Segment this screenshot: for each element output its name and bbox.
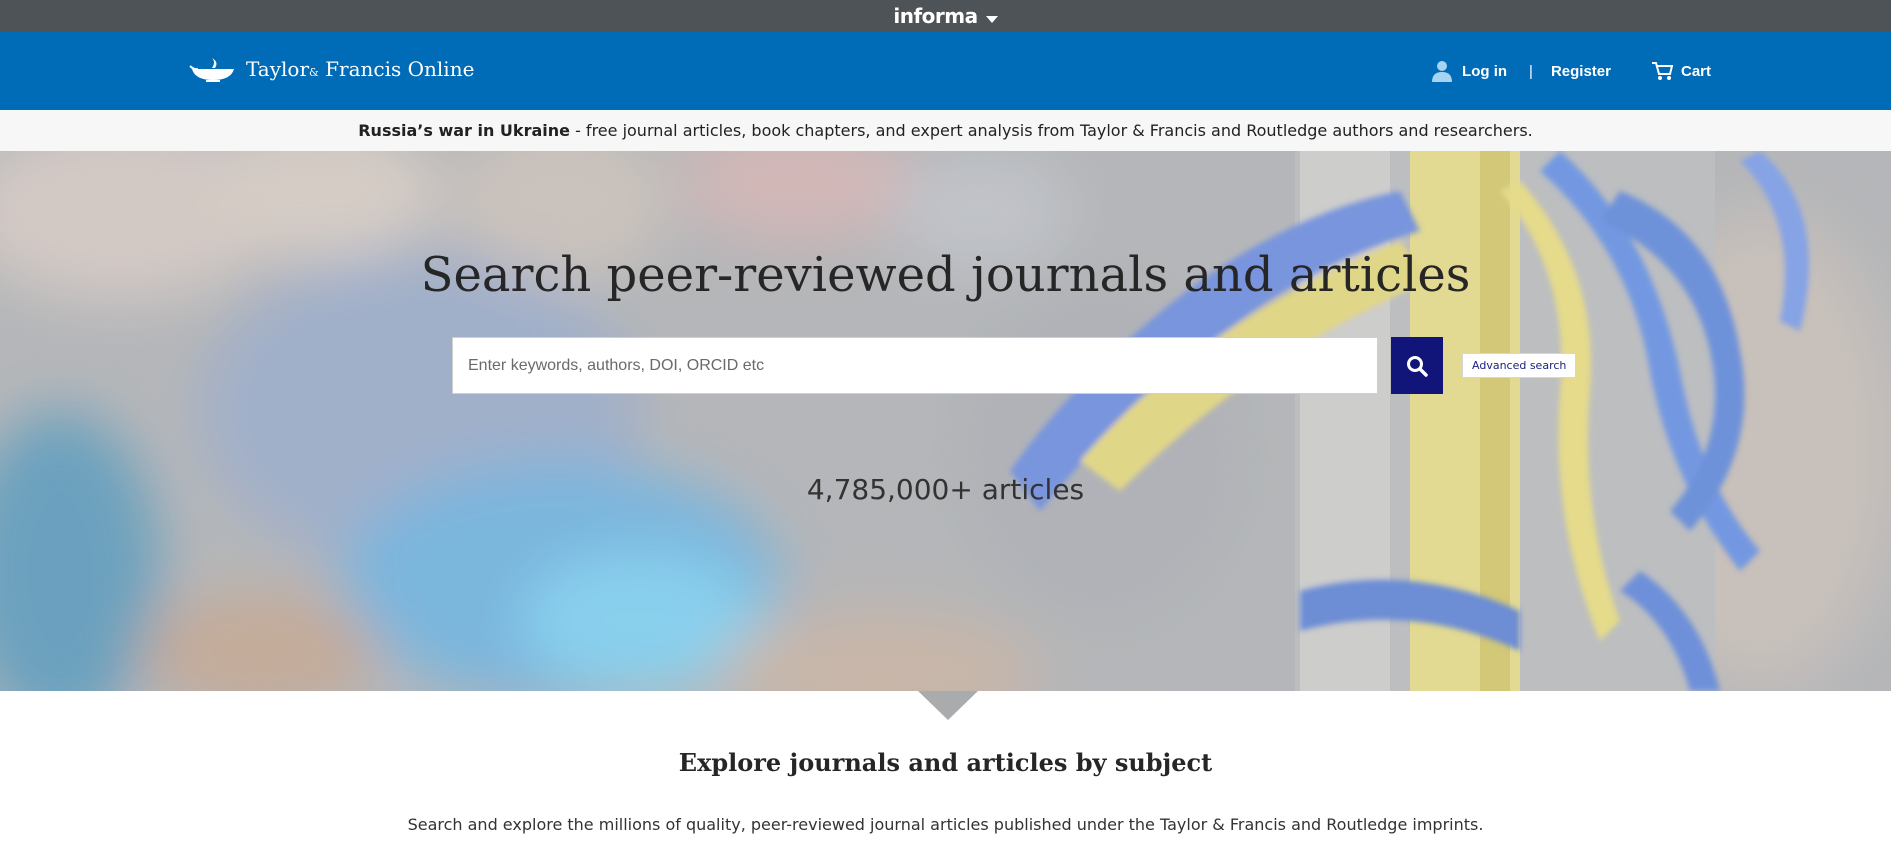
hero-title: Search peer-reviewed journals and articl… (420, 247, 1471, 303)
section-pointer (918, 691, 978, 720)
logo-text[interactable]: Taylor& Francis Online (246, 57, 474, 81)
informa-bar[interactable]: informa (0, 0, 1891, 32)
site-logo[interactable]: Taylor& Francis Online (188, 54, 474, 84)
search-button[interactable] (1391, 337, 1443, 394)
hero-section: Search peer-reviewed journals and articl… (0, 151, 1891, 691)
caret-down-icon[interactable] (985, 15, 998, 23)
cart-icon[interactable] (1651, 61, 1673, 81)
search-icon (1407, 355, 1428, 377)
notice-link[interactable]: Russia’s war in Ukraine (358, 121, 570, 140)
logo-rest: Francis Online (325, 57, 475, 81)
site-header: Taylor& Francis Online Log in | Register… (0, 32, 1891, 110)
hero-background-image (0, 151, 1891, 691)
explore-heading: Explore journals and articles by subject (678, 748, 1213, 777)
logo-brand: Taylor (246, 57, 310, 81)
user-icon[interactable] (1432, 60, 1453, 82)
article-count: 4,785,000+ articles (806, 473, 1085, 506)
explore-description: Search and explore the millions of quali… (407, 815, 1484, 834)
advanced-search-link[interactable]: Advanced search (1462, 353, 1577, 378)
cart-link[interactable]: Cart (1681, 63, 1711, 80)
ukraine-notice-banner[interactable]: Russia’s war in Ukraine - free journal a… (0, 110, 1891, 151)
logo-amp: & (309, 66, 319, 79)
notice-text: - free journal articles, book chapters, … (569, 121, 1533, 140)
header-separator: | (1529, 62, 1533, 80)
register-link[interactable]: Register (1551, 63, 1611, 80)
search-input[interactable] (452, 337, 1378, 394)
lamp-logo-icon (189, 58, 234, 82)
login-link[interactable]: Log in (1462, 63, 1507, 80)
header-actions: Log in | Register Cart (1432, 60, 1711, 82)
informa-brand[interactable]: informa (893, 4, 978, 28)
